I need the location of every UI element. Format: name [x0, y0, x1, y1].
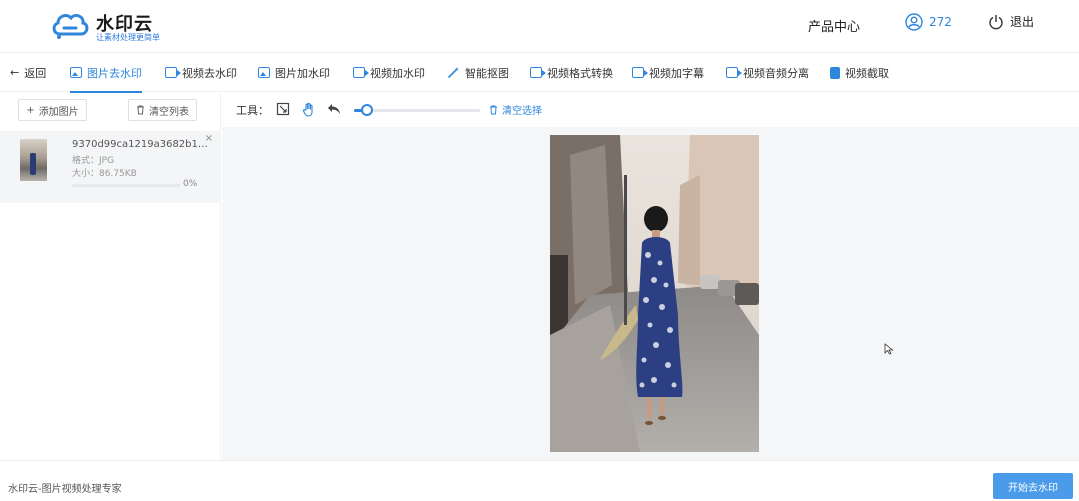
clear-list-label: 清空列表	[149, 106, 189, 118]
tab-label: 视频截取	[845, 66, 889, 80]
tab-label: 视频加水印	[370, 66, 425, 80]
image-canvas[interactable]	[222, 127, 1079, 460]
clear-selection-button[interactable]: 清空选择	[489, 102, 542, 117]
logo[interactable]: 水印云 让素材处理更简单	[50, 8, 170, 42]
image-thumbnail	[20, 139, 47, 181]
back-button[interactable]: ← 返回	[10, 53, 46, 92]
video-icon	[632, 67, 648, 78]
plus-icon: +	[26, 104, 35, 116]
file-list-panel: + 添加图片 清空列表 9370d99ca1219a3682b1da70c...…	[0, 93, 221, 460]
product-center-link[interactable]: 产品中心	[808, 16, 860, 35]
cloud-logo-icon	[52, 14, 89, 39]
tab-label: 视频去水印	[182, 66, 237, 80]
logout-button[interactable]: 退出	[988, 13, 1034, 30]
add-image-button[interactable]: + 添加图片	[18, 99, 87, 121]
rectangle-select-tool[interactable]	[275, 101, 291, 117]
slider-handle[interactable]	[360, 104, 373, 116]
add-image-label: 添加图片	[38, 106, 79, 118]
image-icon	[70, 67, 82, 78]
video-icon	[353, 67, 369, 78]
progress-percent: 0%	[183, 179, 198, 189]
tab-video-format-convert[interactable]: 视频格式转换	[530, 53, 613, 92]
power-icon	[989, 14, 1003, 29]
thumbnail-figure	[30, 153, 36, 175]
logout-label: 退出	[1010, 15, 1035, 29]
back-label: 返回	[24, 66, 47, 80]
undo-icon	[328, 104, 340, 114]
footer-text: 水印云-图片视频处理专家	[8, 484, 122, 495]
video-icon	[726, 67, 742, 78]
user-count: 272	[929, 15, 952, 29]
size-value: 86.75KB	[99, 169, 137, 179]
tab-label: 图片去水印	[87, 66, 142, 80]
brush-size-slider[interactable]	[354, 109, 480, 112]
tab-video-remove-watermark[interactable]: 视频去水印	[165, 53, 237, 92]
tab-label: 视频音频分离	[743, 66, 809, 80]
clear-selection-label: 清空选择	[502, 106, 542, 117]
clear-list-button[interactable]: 清空列表	[128, 99, 197, 121]
tool-toolbar: 工具： 清空选择	[222, 93, 1079, 127]
format-label: 格式：	[72, 156, 100, 166]
tab-label: 图片加水印	[275, 66, 330, 80]
start-remove-watermark-button[interactable]: 开始去水印	[993, 473, 1073, 499]
magic-wand-icon	[448, 67, 460, 78]
tab-image-remove-watermark[interactable]: 图片去水印	[70, 53, 142, 93]
tab-label: 智能抠图	[465, 66, 509, 80]
user-icon	[905, 13, 923, 31]
user-account[interactable]: 272	[905, 13, 952, 31]
remove-file-button[interactable]: ×	[205, 133, 213, 144]
preview-image	[550, 135, 759, 452]
video-icon	[165, 67, 181, 78]
tab-smart-cutout[interactable]: 智能抠图	[447, 53, 509, 92]
tool-nav: ← 返回 图片去水印 视频去水印 图片加水印 视频加水印 智能抠图 视频格式转换…	[0, 52, 1079, 93]
format-value: JPG	[99, 156, 115, 166]
tool-label: 工具：	[236, 104, 269, 117]
image-icon	[258, 67, 270, 78]
footer: 水印云-图片视频处理专家 开始去水印	[0, 460, 1079, 501]
list-item[interactable]: 9370d99ca1219a3682b1da70c... 格式：JPG 大小：8…	[0, 131, 221, 203]
progress-bar	[72, 184, 180, 187]
tab-video-trim[interactable]: 视频截取	[830, 53, 889, 92]
size-label: 大小：	[72, 169, 100, 179]
rectangle-select-icon	[276, 102, 290, 116]
tab-label: 视频加字幕	[649, 66, 704, 80]
tab-image-add-watermark[interactable]: 图片加水印	[258, 53, 330, 92]
tab-label: 视频格式转换	[547, 66, 613, 80]
file-format: 格式：JPG	[72, 153, 114, 166]
video-file-icon	[830, 66, 840, 79]
tab-video-add-watermark[interactable]: 视频加水印	[353, 53, 425, 92]
hand-tool[interactable]	[301, 101, 317, 117]
header: 水印云 让素材处理更简单 产品中心 272 退出	[0, 0, 1079, 50]
mouse-cursor-icon	[884, 343, 894, 355]
trash-icon	[137, 105, 144, 115]
undo-button[interactable]	[326, 101, 342, 117]
file-name: 9370d99ca1219a3682b1da70c...	[72, 139, 212, 150]
tab-video-audio-separate[interactable]: 视频音频分离	[726, 53, 809, 92]
video-icon	[530, 67, 546, 78]
brand-subtitle: 让素材处理更简单	[96, 33, 160, 42]
hand-icon	[302, 102, 313, 117]
trash-icon	[490, 105, 497, 114]
file-size: 大小：86.75KB	[72, 166, 137, 179]
arrow-left-icon: ←	[10, 66, 20, 79]
tab-video-subtitles[interactable]: 视频加字幕	[632, 53, 704, 92]
